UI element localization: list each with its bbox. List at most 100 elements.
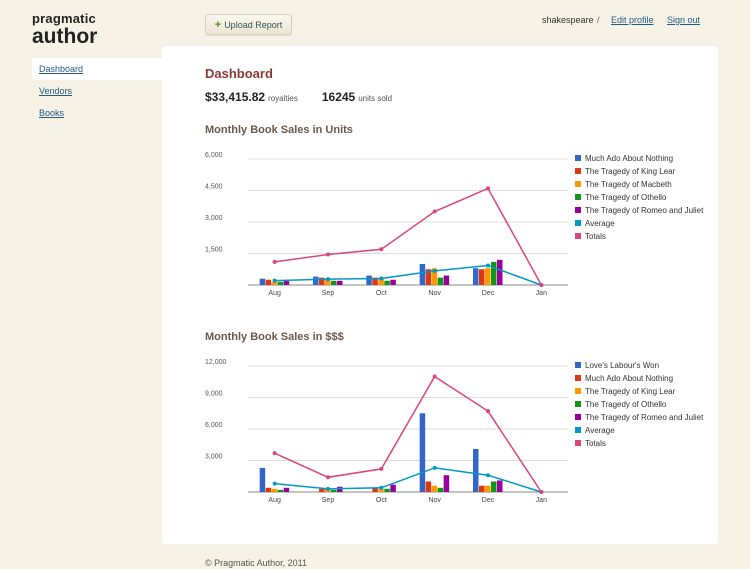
- legend-item: The Tragedy of Macbeth: [575, 179, 705, 190]
- x-tick-label: Dec: [482, 290, 495, 297]
- royalties-value: $33,415.82: [205, 90, 266, 104]
- series-point: [326, 252, 330, 257]
- legend-swatch: [575, 401, 581, 407]
- series-point: [379, 485, 384, 490]
- dollars-chart-title: Monthly Book Sales in $$$: [205, 331, 344, 343]
- bar: [491, 481, 497, 492]
- units-sold-value: 16245: [321, 90, 356, 104]
- nav-separator: /: [597, 15, 600, 25]
- legend-label: The Tragedy of King Lear: [585, 167, 676, 176]
- series-point: [326, 277, 330, 282]
- upload-report-button[interactable]: + Upload Report: [205, 14, 292, 35]
- x-tick-label: Oct: [376, 497, 387, 504]
- bar: [337, 280, 343, 285]
- summary-stats: $33,415.82 royalties 16245 units sold: [205, 90, 392, 104]
- series-point: [326, 486, 330, 491]
- y-tick-label: 6,000: [205, 152, 223, 159]
- series-line: [274, 375, 542, 493]
- logo-line1: pragmatic: [32, 11, 96, 26]
- series-point: [432, 374, 437, 379]
- legend-swatch: [575, 194, 581, 200]
- units-chart: 6,000 4,500 3,000 1,500 Aug Sep Oct Nov Dec Jan: [205, 152, 568, 297]
- legend-label: Much Ado About Nothing: [585, 374, 674, 383]
- bar: [443, 275, 450, 285]
- legend-label: Much Ado About Nothing: [585, 154, 674, 163]
- bar: [431, 485, 438, 492]
- legend-label: The Tragedy of Macbeth: [585, 180, 672, 189]
- bar: [384, 488, 390, 492]
- bar: [425, 481, 432, 492]
- units-chart-legend: Much Ado About Nothing The Tragedy of Kin…: [575, 153, 705, 244]
- bar: [497, 480, 503, 492]
- legend-item: The Tragedy of King Lear: [575, 386, 705, 397]
- edit-profile-link[interactable]: Edit profile: [611, 15, 654, 25]
- main-panel: Dashboard $33,415.82 royalties 16245 uni…: [162, 46, 718, 544]
- upload-report-label: Upload Report: [224, 19, 283, 30]
- y-tick-label: 6,000: [205, 422, 223, 429]
- sidebar-item-vendors[interactable]: Vendors: [32, 80, 162, 102]
- series-point: [379, 247, 384, 252]
- series-point: [272, 451, 277, 456]
- bar: [277, 281, 284, 285]
- bar: [277, 489, 284, 492]
- bar: [283, 487, 290, 492]
- royalties-label: royalties: [268, 94, 298, 103]
- bar: [419, 413, 426, 492]
- series-point: [326, 475, 330, 480]
- series-point: [379, 276, 384, 281]
- y-tick-label: 4,500: [205, 184, 223, 191]
- legend-item: Average: [575, 218, 705, 229]
- dollars-chart-legend: Love's Labour's Won Much Ado About Nothin…: [575, 360, 705, 451]
- series-point: [539, 283, 544, 287]
- sidebar-item-books[interactable]: Books: [32, 102, 162, 124]
- legend-label: Love's Labour's Won: [585, 361, 660, 370]
- legend-swatch: [575, 155, 581, 161]
- x-tick-label: Nov: [428, 497, 441, 504]
- x-tick-label: Nov: [428, 290, 441, 297]
- legend-item: The Tragedy of Othello: [575, 192, 705, 203]
- series-point: [379, 466, 384, 471]
- units-sold-label: units sold: [358, 94, 393, 103]
- legend-swatch: [575, 181, 581, 187]
- bar: [443, 475, 450, 492]
- legend-item: The Tragedy of Romeo and Juliet: [575, 205, 705, 216]
- bar: [331, 280, 337, 285]
- x-tick-label: Sep: [322, 290, 335, 297]
- legend-label: Average: [585, 219, 615, 228]
- page-title: Dashboard: [205, 66, 273, 81]
- legend-item: Love's Labour's Won: [575, 360, 705, 371]
- bar: [331, 489, 337, 492]
- legend-label: The Tragedy of Romeo and Juliet: [585, 206, 704, 215]
- legend-label: The Tragedy of Romeo and Juliet: [585, 413, 704, 422]
- series-point: [486, 473, 490, 478]
- legend-label: The Tragedy of King Lear: [585, 387, 676, 396]
- legend-label: Totals: [585, 439, 606, 448]
- bar: [259, 278, 266, 285]
- series-point: [486, 409, 490, 414]
- bar: [485, 485, 491, 492]
- legend-swatch: [575, 362, 581, 368]
- bar: [384, 280, 390, 285]
- bar: [479, 485, 485, 492]
- bar: [437, 487, 444, 492]
- legend-swatch: [575, 440, 581, 446]
- legend-item: Much Ado About Nothing: [575, 153, 705, 164]
- bar: [390, 279, 396, 285]
- footer: © Pragmatic Author, 2011: [205, 558, 308, 568]
- bar: [491, 261, 497, 285]
- y-tick-label: 12,000: [205, 359, 227, 366]
- y-tick-label: 1,500: [205, 247, 223, 254]
- username: shakespeare: [542, 15, 594, 25]
- legend-swatch: [575, 168, 581, 174]
- legend-item: Average: [575, 425, 705, 436]
- legend-label: Average: [585, 426, 615, 435]
- sign-out-link[interactable]: Sign out: [667, 15, 700, 25]
- app-logo[interactable]: pragmatic author: [32, 12, 97, 47]
- legend-swatch: [575, 388, 581, 394]
- bar: [366, 275, 372, 285]
- sidebar-item-dashboard[interactable]: Dashboard: [32, 58, 162, 80]
- legend-item: Totals: [575, 231, 705, 242]
- legend-swatch: [575, 375, 581, 381]
- x-tick-label: Oct: [376, 290, 387, 297]
- y-tick-label: 3,000: [205, 215, 223, 222]
